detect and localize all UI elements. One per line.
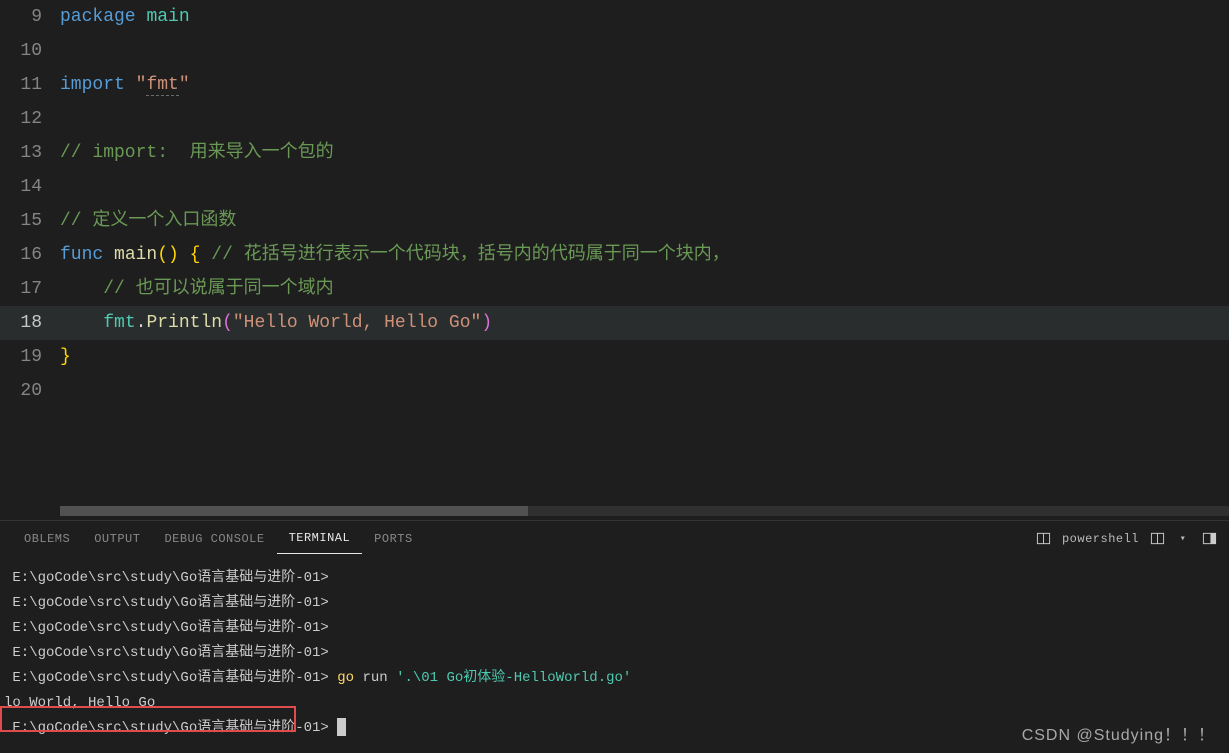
- code-line[interactable]: 18 fmt.Println("Hello World, Hello Go"): [0, 306, 1229, 340]
- code-line[interactable]: 17 // 也可以说属于同一个域内: [0, 272, 1229, 306]
- code-content: }: [60, 340, 71, 374]
- terminal-line: lo World, Hello Go: [4, 691, 1225, 716]
- panel-layout-icon[interactable]: [1201, 531, 1217, 547]
- code-line[interactable]: 12: [0, 102, 1229, 136]
- code-line[interactable]: 11import "fmt": [0, 68, 1229, 102]
- watermark-text: CSDN @Studying！！！: [1022, 721, 1215, 745]
- editor-horizontal-scrollbar[interactable]: [60, 506, 1229, 516]
- code-content: fmt.Println("Hello World, Hello Go"): [60, 306, 492, 340]
- code-content: // 定义一个入口函数: [60, 204, 236, 238]
- tab-output[interactable]: OUTPUT: [82, 524, 152, 554]
- terminal-line: E:\goCode\src\study\Go语言基础与进阶-01>: [4, 566, 1225, 591]
- line-number: 9: [0, 0, 60, 34]
- line-number: 11: [0, 68, 60, 102]
- code-content: import "fmt": [60, 68, 190, 102]
- line-number: 13: [0, 136, 60, 170]
- line-number: 16: [0, 238, 60, 272]
- tab-ports[interactable]: PORTS: [362, 524, 425, 554]
- terminal-content[interactable]: E:\goCode\src\study\Go语言基础与进阶-01> E:\goC…: [0, 556, 1229, 745]
- tab-terminal[interactable]: TERMINAL: [277, 523, 363, 554]
- line-number: 10: [0, 34, 60, 68]
- code-content: // import: 用来导入一个包的: [60, 136, 334, 170]
- terminal-line: E:\goCode\src\study\Go语言基础与进阶-01>: [4, 591, 1225, 616]
- line-number: 14: [0, 170, 60, 204]
- split-terminal-icon[interactable]: [1036, 531, 1052, 547]
- code-line[interactable]: 9package main: [0, 0, 1229, 34]
- terminal-line: E:\goCode\src\study\Go语言基础与进阶-01>: [4, 641, 1225, 666]
- code-line[interactable]: 14: [0, 170, 1229, 204]
- line-number: 15: [0, 204, 60, 238]
- panel-toolbar: powershell ▾: [1036, 531, 1217, 547]
- panel-tabs: OBLEMS OUTPUT DEBUG CONSOLE TERMINAL POR…: [0, 521, 1229, 556]
- code-line[interactable]: 15// 定义一个入口函数: [0, 204, 1229, 238]
- tab-debug-console[interactable]: DEBUG CONSOLE: [152, 524, 276, 554]
- line-number: 20: [0, 374, 60, 408]
- terminal-line: E:\goCode\src\study\Go语言基础与进阶-01> go run…: [4, 666, 1225, 691]
- code-line[interactable]: 13// import: 用来导入一个包的: [0, 136, 1229, 170]
- line-number: 17: [0, 272, 60, 306]
- code-line[interactable]: 20: [0, 374, 1229, 408]
- code-line[interactable]: 10: [0, 34, 1229, 68]
- code-line[interactable]: 16func main() { // 花括号进行表示一个代码块，括号内的代码属于…: [0, 238, 1229, 272]
- code-content: // 也可以说属于同一个域内: [60, 272, 334, 306]
- split-editor-icon[interactable]: [1149, 531, 1165, 547]
- tab-problems[interactable]: OBLEMS: [12, 524, 82, 554]
- line-number: 19: [0, 340, 60, 374]
- terminal-line: E:\goCode\src\study\Go语言基础与进阶-01>: [4, 616, 1225, 641]
- code-line[interactable]: 19}: [0, 340, 1229, 374]
- line-number: 18: [0, 306, 60, 340]
- terminal-shell-label[interactable]: powershell: [1062, 532, 1139, 546]
- code-editor[interactable]: 9package main1011import "fmt"1213// impo…: [0, 0, 1229, 520]
- code-content: func main() { // 花括号进行表示一个代码块，括号内的代码属于同一…: [60, 238, 730, 272]
- bottom-panel: OBLEMS OUTPUT DEBUG CONSOLE TERMINAL POR…: [0, 520, 1229, 753]
- chevron-down-icon[interactable]: ▾: [1175, 531, 1191, 547]
- line-number: 12: [0, 102, 60, 136]
- code-content: package main: [60, 0, 190, 34]
